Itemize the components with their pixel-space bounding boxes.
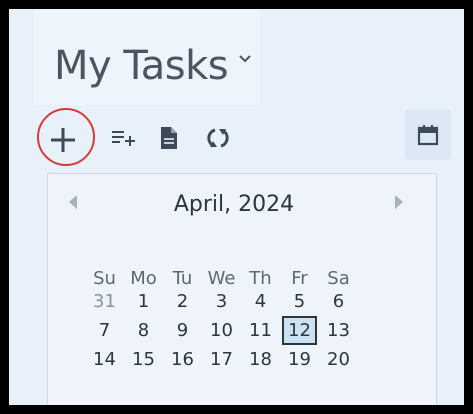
calendar-day[interactable]: 3: [202, 287, 241, 316]
calendar-icon: [417, 125, 439, 146]
tasks-panel: My Tasks April, 2024 Su Mo Tu We Th Fr S…: [9, 9, 464, 405]
calendar-day[interactable]: 15: [124, 345, 163, 374]
calendar-day[interactable]: 14: [85, 345, 124, 374]
calendar-day[interactable]: 18: [241, 345, 280, 374]
calendar-day[interactable]: 4: [241, 287, 280, 316]
calendar-month-label[interactable]: April, 2024: [48, 192, 420, 217]
calendar-day[interactable]: 8: [124, 316, 163, 345]
chevron-down-icon[interactable]: [237, 53, 253, 65]
calendar-day[interactable]: 2: [163, 287, 202, 316]
calendar-day[interactable]: 19: [280, 345, 319, 374]
calendar-day[interactable]: 9: [163, 316, 202, 345]
task-list-header[interactable]: My Tasks: [34, 9, 260, 105]
calendar-day-selected[interactable]: 12: [282, 316, 317, 345]
screenshot-frame: My Tasks April, 2024 Su Mo Tu We Th Fr S…: [0, 0, 473, 414]
list-add-icon: [112, 131, 135, 146]
document-icon: [161, 127, 177, 149]
calendar-day[interactable]: 5: [280, 287, 319, 316]
add-list-button[interactable]: [107, 121, 141, 155]
calendar-day[interactable]: 10: [202, 316, 241, 345]
calendar-toggle-button[interactable]: [405, 110, 451, 160]
calendar-day[interactable]: 20: [319, 345, 358, 374]
calendar-day[interactable]: 6: [319, 287, 358, 316]
calendar-widget: April, 2024 Su Mo Tu We Th Fr Sa 31 1 2 …: [47, 173, 437, 405]
sync-icon: [207, 128, 229, 148]
calendar-day[interactable]: 16: [163, 345, 202, 374]
calendar-grid: Su Mo Tu We Th Fr Sa 31 1 2 3 4 5 6 7 8 …: [85, 258, 358, 374]
calendar-day[interactable]: 13: [319, 316, 358, 345]
calendar-day[interactable]: 31: [85, 287, 124, 316]
next-month-icon[interactable]: [393, 194, 405, 210]
calendar-day[interactable]: 17: [202, 345, 241, 374]
sync-button[interactable]: [202, 121, 234, 155]
calendar-day[interactable]: 1: [124, 287, 163, 316]
plus-icon: [51, 128, 75, 152]
notes-button[interactable]: [154, 121, 184, 155]
add-task-button[interactable]: [42, 119, 84, 161]
calendar-day[interactable]: 7: [85, 316, 124, 345]
page-title: My Tasks: [54, 43, 229, 89]
calendar-day[interactable]: 11: [241, 316, 280, 345]
